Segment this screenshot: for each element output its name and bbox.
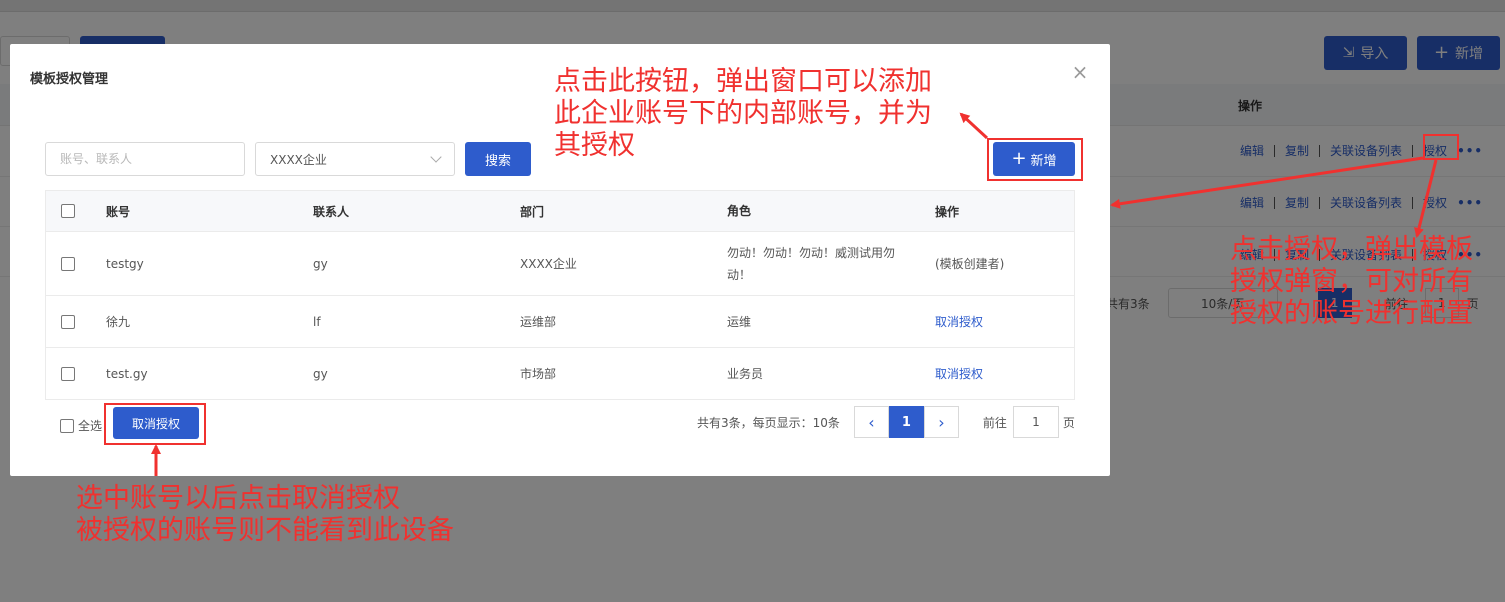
cell-contact: lf [313, 314, 321, 329]
annotation-line: 选中账号以后点击取消授权 [76, 483, 400, 514]
company-select[interactable]: XXXX企业 [255, 142, 455, 176]
select-all[interactable]: 全选 [60, 417, 102, 434]
cell-operation: (模板创建者) [935, 257, 1005, 271]
current-page[interactable]: 1 [888, 406, 924, 438]
column-header-account: 账号 [106, 204, 131, 219]
select-all-label: 全选 [78, 419, 103, 433]
highlight-add-button [987, 138, 1083, 181]
row-checkbox[interactable] [61, 366, 75, 381]
highlight-authorize-link [1423, 134, 1459, 160]
annotation-line: 其授权 [554, 130, 635, 161]
modal-title: 模板授权管理 [30, 72, 109, 87]
column-header-operation: 操作 [935, 204, 960, 219]
table-row: 徐九 lf 运维部 运维 取消授权 [46, 296, 1074, 348]
cell-account: 徐九 [106, 315, 131, 329]
cell-role: 运维 [727, 314, 752, 329]
annotation-line: 点击授权，弹出模板 [1230, 234, 1473, 265]
annotation-line: 授权的账号进行配置 [1230, 298, 1473, 329]
page-unit: 页 [1062, 415, 1075, 430]
pagination: 共有3条，每页显示：10条 ‹ 1 › 前往 1 页 [697, 406, 1075, 438]
goto-label: 前往 [982, 415, 1007, 430]
pagination-summary: 共有3条，每页显示：10条 [697, 415, 840, 430]
cell-department: 运维部 [520, 315, 557, 329]
header-checkbox[interactable] [61, 204, 75, 219]
search-button[interactable]: 搜索 [465, 142, 531, 176]
cell-department: 市场部 [520, 367, 557, 381]
annotation-line: 点击此按钮，弹出窗口可以添加 [554, 66, 932, 97]
cell-role: 业务员 [727, 366, 764, 381]
highlight-cancel-auth-button [104, 403, 206, 445]
account-table: 账号 联系人 部门 角色 操作 testgy gy XXXX企业 勿动！勿动！勿… [45, 190, 1075, 400]
table-row: test.gy gy 市场部 业务员 取消授权 [46, 348, 1074, 399]
cell-account: test.gy [106, 366, 148, 381]
column-header-role: 角色 [727, 204, 752, 218]
annotation-cancel-auth: 选中账号以后点击取消授权 被授权的账号则不能看到此设备 [76, 483, 454, 547]
cell-contact: gy [313, 256, 328, 271]
revoke-auth-link[interactable]: 取消授权 [935, 365, 983, 382]
next-page-icon[interactable]: › [923, 406, 959, 438]
row-checkbox[interactable] [61, 314, 75, 329]
table-header: 账号 联系人 部门 角色 操作 [46, 191, 1074, 232]
chevron-down-icon [430, 151, 442, 163]
annotation-line: 授权弹窗，可对所有 [1230, 266, 1473, 297]
prev-page-icon[interactable]: ‹ [853, 406, 889, 438]
revoke-auth-link[interactable]: 取消授权 [935, 313, 983, 330]
annotation-line: 被授权的账号则不能看到此设备 [76, 515, 454, 546]
annotation-authorize: 点击授权，弹出模板 授权弹窗，可对所有 授权的账号进行配置 [1230, 234, 1473, 330]
table-row: testgy gy XXXX企业 勿动！勿动！勿动！威测试用勿动！ (模板创建者… [46, 232, 1074, 296]
annotation-add-button: 点击此按钮，弹出窗口可以添加 此企业账号下的内部账号，并为 其授权 [554, 66, 932, 162]
goto-page-input[interactable]: 1 [1012, 406, 1059, 438]
column-header-contact: 联系人 [313, 204, 350, 219]
column-header-department: 部门 [520, 204, 545, 219]
company-select-value: XXXX企业 [270, 152, 327, 167]
cell-account: testgy [106, 256, 144, 271]
search-input[interactable] [45, 142, 245, 176]
select-all-checkbox[interactable] [60, 418, 74, 433]
annotation-line: 此企业账号下的内部账号，并为 [554, 98, 932, 129]
cell-role: 勿动！勿动！勿动！威测试用勿动！ [727, 245, 896, 282]
cell-department: XXXX企业 [520, 257, 577, 271]
close-icon[interactable]: × [1070, 62, 1090, 82]
row-checkbox[interactable] [61, 256, 75, 271]
cell-contact: gy [313, 366, 328, 381]
